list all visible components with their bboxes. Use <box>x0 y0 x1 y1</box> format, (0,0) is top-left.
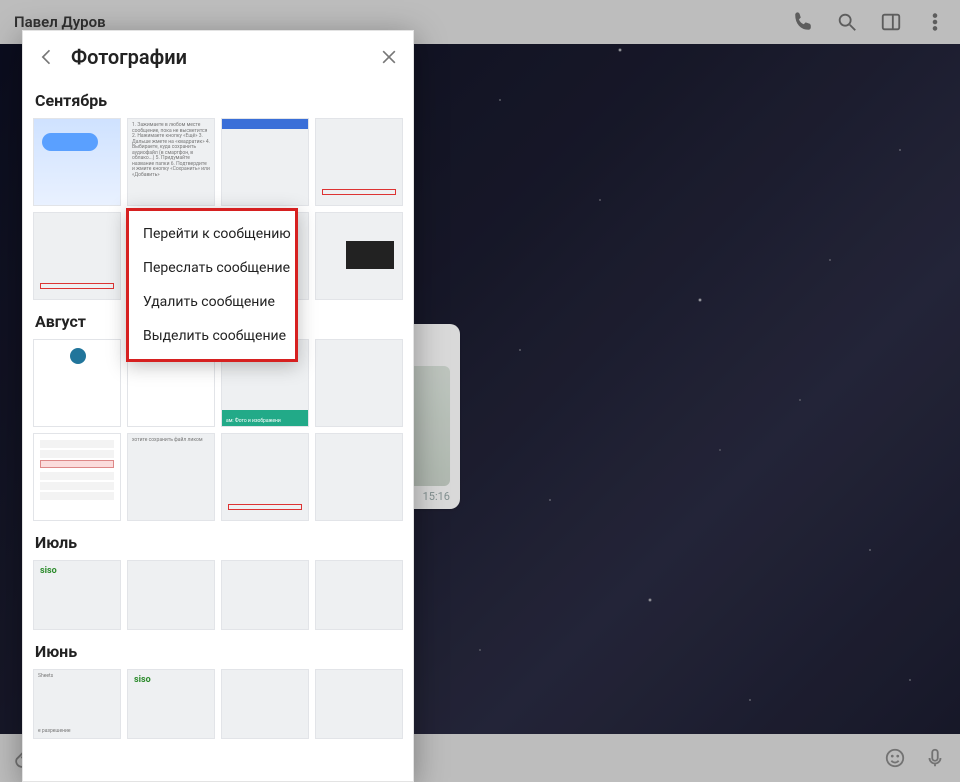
month-header: Июнь <box>35 642 401 661</box>
back-icon[interactable] <box>37 47 57 67</box>
emoji-icon[interactable] <box>884 747 906 769</box>
media-thumbnail[interactable]: хотите сохранить файл ликом <box>127 433 215 521</box>
call-icon[interactable] <box>792 11 814 33</box>
media-panel-title: Фотографии <box>71 45 365 69</box>
ctx-forward-message[interactable]: Переслать сообщение <box>129 251 295 285</box>
media-thumbnail[interactable]: Sheetsе разрешение <box>33 669 121 739</box>
media-panel-header: Фотографии <box>23 31 413 79</box>
media-thumbnail[interactable] <box>221 560 309 630</box>
media-thumbnail[interactable] <box>315 212 403 300</box>
more-icon[interactable] <box>924 11 946 33</box>
close-icon[interactable] <box>379 47 399 67</box>
media-thumbnail[interactable] <box>33 433 121 521</box>
ctx-delete-message[interactable]: Удалить сообщение <box>129 285 295 319</box>
month-header: Июль <box>35 533 401 552</box>
ctx-select-message[interactable]: Выделить сообщение <box>129 319 295 353</box>
media-thumbnail[interactable] <box>33 560 121 630</box>
media-thumbnail[interactable] <box>315 339 403 427</box>
media-thumbnail[interactable] <box>33 118 121 206</box>
media-thumbnail[interactable] <box>127 560 215 630</box>
month-header: Сентябрь <box>35 91 401 110</box>
media-thumbnail[interactable] <box>315 669 403 739</box>
media-thumbnail[interactable] <box>221 669 309 739</box>
media-thumbnail[interactable] <box>315 118 403 206</box>
chat-title[interactable]: Павел Дуров <box>14 13 106 31</box>
media-thumbnail[interactable] <box>221 433 309 521</box>
media-thumbnail[interactable] <box>315 560 403 630</box>
media-thumbnail[interactable] <box>315 433 403 521</box>
media-panel-body[interactable]: Сентябрь 1. Зажимаете в любом месте сооб… <box>23 79 413 781</box>
ctx-go-to-message[interactable]: Перейти к сообщению <box>129 217 295 251</box>
search-icon[interactable] <box>836 11 858 33</box>
mic-icon[interactable] <box>924 747 946 769</box>
context-menu: Перейти к сообщению Переслать сообщение … <box>126 208 298 362</box>
media-panel: Фотографии Сентябрь 1. Зажимаете в любом… <box>22 30 414 782</box>
media-thumbnail[interactable] <box>33 339 121 427</box>
media-thumbnail[interactable] <box>33 212 121 300</box>
media-thumbnail[interactable] <box>221 118 309 206</box>
media-thumbnail[interactable] <box>127 669 215 739</box>
media-thumbnail[interactable]: 1. Зажимаете в любом месте сообщение, по… <box>127 118 215 206</box>
side-panel-icon[interactable] <box>880 11 902 33</box>
